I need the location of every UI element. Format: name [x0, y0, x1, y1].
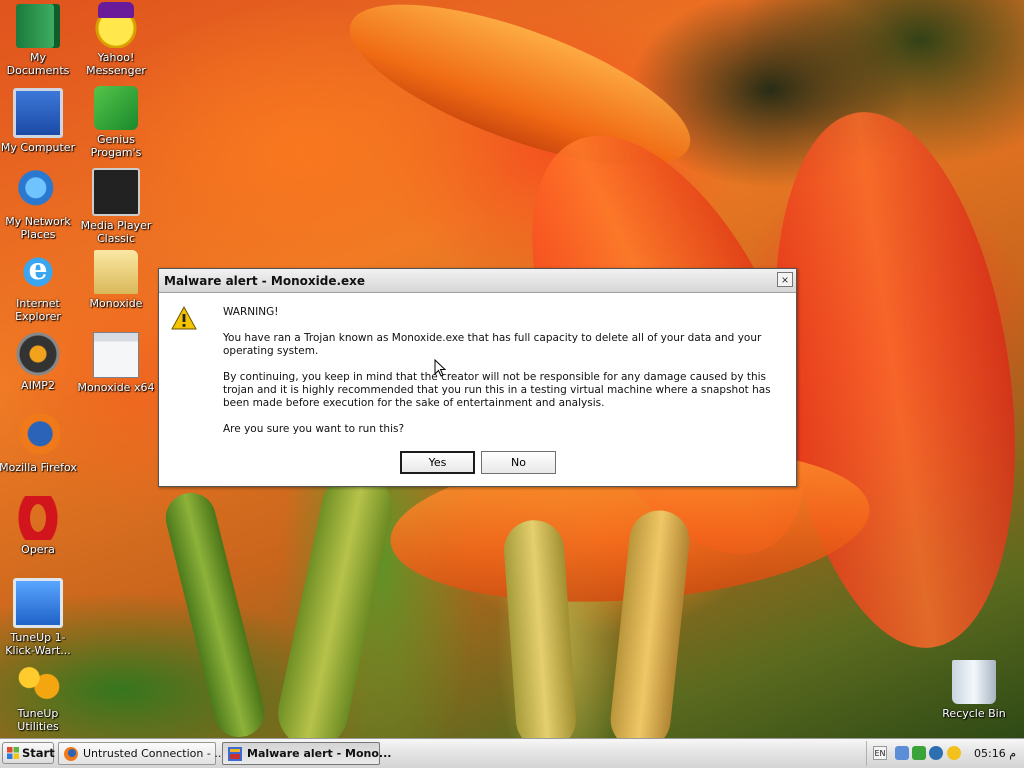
desktop-icon-media-player-classic[interactable]: Media Player Classic [76, 168, 156, 245]
folder-icon [94, 250, 138, 294]
mouse-cursor-icon [434, 359, 446, 377]
warning-paragraph-2: By continuing, you keep in mind that the… [223, 371, 771, 409]
dialog-title: Malware alert - Monoxide.exe [164, 274, 366, 288]
desktop-icon-monoxide-x64[interactable]: Monoxide x64 [76, 332, 156, 394]
desktop-icon-genius[interactable]: Genius Progam's [76, 86, 156, 159]
desktop-icon-label: My Computer [0, 141, 76, 154]
desktop-icon-label: Internet Explorer [15, 297, 61, 323]
desktop-icon-yahoo-messenger[interactable]: Yahoo! Messenger [76, 2, 156, 77]
desktop-icon-label: Monoxide [89, 297, 143, 310]
desktop-icon-recycle-bin[interactable]: Recycle Bin [934, 660, 1014, 720]
media-player-classic-icon [92, 168, 140, 216]
taskbar-item-untrusted-connection[interactable]: Untrusted Connection - ... [58, 742, 225, 765]
start-button[interactable]: Start [2, 742, 55, 764]
no-button[interactable]: No [481, 451, 556, 474]
clock[interactable]: 05:16 م [974, 747, 1016, 760]
desktop-icon-label: Mozilla Firefox [0, 461, 77, 474]
yes-button[interactable]: Yes [400, 451, 475, 474]
desktop-icon-label: TuneUp 1-Klick-Wart... [5, 631, 71, 657]
desktop-icon-label: My Documents [6, 51, 70, 77]
malware-alert-dialog: Malware alert - Monoxide.exe × WARNING! … [158, 268, 797, 487]
opera-icon [16, 496, 60, 540]
warning-paragraph-1: You have ran a Trojan known as Monoxide.… [223, 332, 762, 357]
dialog-message: WARNING! You have ran a Trojan known as … [223, 306, 793, 449]
desktop-icon-label: My Network Places [5, 215, 71, 241]
desktop-icon-my-computer[interactable]: My Computer [0, 88, 78, 154]
globe-tray-icon[interactable] [929, 746, 943, 760]
desktop-icon-label: Yahoo! Messenger [86, 51, 146, 77]
yahoo-messenger-icon [94, 2, 138, 48]
desktop-icon-internet-explorer[interactable]: Internet Explorer [0, 250, 78, 323]
genius-icon [94, 86, 138, 130]
system-tray: EN 05:16 م [866, 741, 1024, 766]
tuneup-monitor-icon [13, 578, 63, 628]
desktop-icon-label: Monoxide x64 [77, 381, 155, 394]
desktop-icon-label: Recycle Bin [942, 707, 1006, 720]
internet-explorer-icon [16, 250, 60, 294]
start-label: Start [22, 746, 55, 760]
aimp-icon [16, 332, 60, 376]
taskbar-item-label: Malware alert - Mono... [247, 747, 392, 760]
taskbar-item-label: Untrusted Connection - ... [83, 747, 225, 760]
network-tray-icon[interactable] [895, 746, 909, 760]
desktop-icon-network-places[interactable]: My Network Places [0, 168, 78, 241]
security-shield-icon[interactable] [912, 746, 926, 760]
window-icon [93, 332, 139, 378]
recycle-bin-icon [952, 660, 996, 704]
confirm-question: Are you sure you want to run this? [223, 423, 405, 435]
my-documents-icon [16, 4, 60, 48]
desktop-icon-my-documents[interactable]: My Documents [0, 4, 78, 77]
taskbar-item-malware-alert[interactable]: Malware alert - Mono... [222, 742, 391, 765]
dialog-titlebar[interactable]: Malware alert - Monoxide.exe × [159, 269, 796, 293]
desktop-icon-opera[interactable]: Opera [0, 496, 78, 556]
close-button[interactable]: × [777, 272, 793, 287]
desktop-icon-label: AIMP2 [21, 379, 55, 392]
desktop-icon-tuneup-utilities[interactable]: TuneUp Utilities [0, 660, 78, 733]
taskbar: Start Untrusted Connection - ... Malware… [0, 738, 1024, 768]
app-icon [228, 747, 242, 761]
language-indicator[interactable]: EN [873, 746, 887, 760]
messenger-tray-icon[interactable] [947, 746, 961, 760]
desktop-icon-aimp2[interactable]: AIMP2 [0, 332, 78, 392]
desktop-icon-label: Media Player Classic [80, 219, 152, 245]
desktop-icon-label: Opera [21, 543, 55, 556]
my-computer-icon [13, 88, 63, 138]
firefox-icon [64, 747, 78, 761]
desktop-icon-firefox[interactable]: Mozilla Firefox [0, 414, 78, 474]
windows-logo-icon [7, 747, 19, 759]
tuneup-utilities-icon [16, 660, 60, 704]
desktop-icon-label: Genius Progam's [90, 133, 142, 159]
desktop-icon-monoxide[interactable]: Monoxide [76, 250, 156, 310]
desktop-icon-tuneup-1klick[interactable]: TuneUp 1-Klick-Wart... [0, 578, 78, 657]
network-places-icon [16, 168, 60, 212]
warning-icon [171, 306, 197, 330]
warning-heading: WARNING! [223, 306, 279, 318]
desktop-icon-label: TuneUp Utilities [17, 707, 59, 733]
firefox-icon [16, 414, 60, 458]
